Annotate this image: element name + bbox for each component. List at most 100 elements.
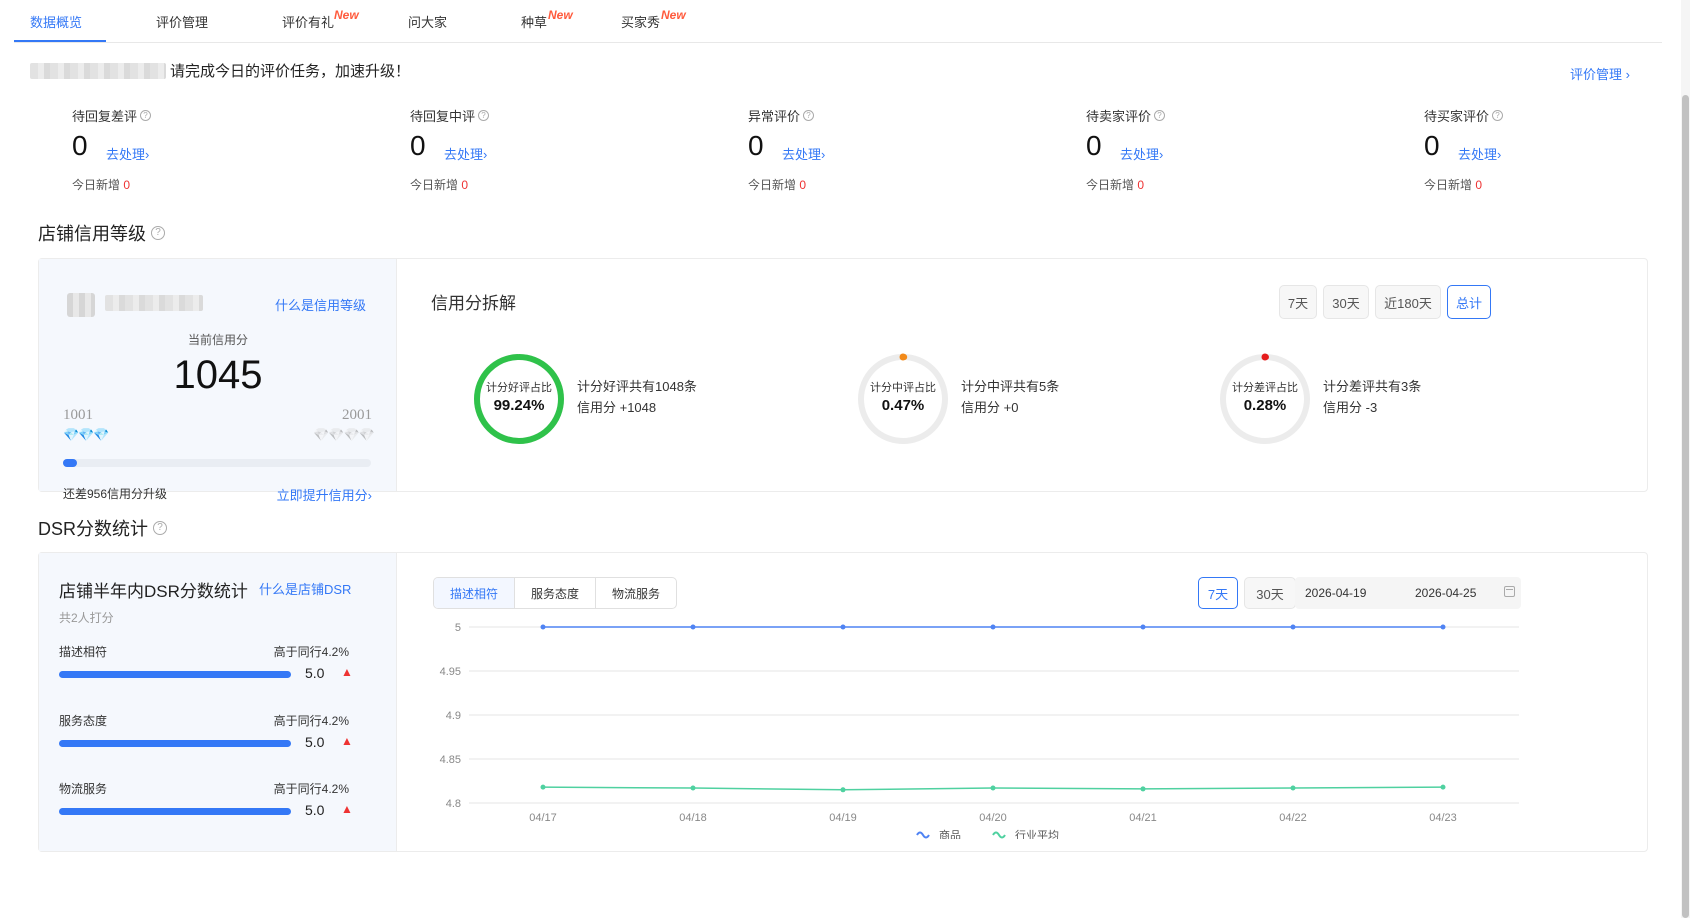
help-icon[interactable]: ? (140, 110, 152, 121)
scrollbar[interactable] (1681, 0, 1690, 918)
y-tick-label: 4.85 (440, 754, 461, 766)
ring-value: 99.24% (493, 397, 545, 414)
date-range-picker[interactable]: 2026-04-19 2026-04-25 (1295, 577, 1521, 609)
dsr-section-title: DSR分数统计? (38, 515, 168, 541)
tab-seeding[interactable]: 种草 New (521, 8, 573, 31)
range-total-button[interactable]: 总计 (1447, 285, 1491, 319)
today-new: 今日新增 0 (1086, 178, 1145, 192)
process-link[interactable]: 去处理› (106, 144, 149, 163)
dsr-row-score: 5.0 (305, 802, 325, 818)
dsr-row-name: 物流服务 (59, 782, 108, 796)
dsr-range-30d-button[interactable]: 30天 (1244, 577, 1296, 609)
credit-progress-fill (63, 459, 77, 467)
blurred-store-name (105, 295, 203, 311)
tab-ask-everyone[interactable]: 问大家 (408, 12, 447, 31)
x-tick-label: 04/22 (1279, 812, 1307, 824)
dsr-row-score: 5.0 (305, 734, 325, 750)
today-new: 今日新增 0 (410, 178, 469, 192)
what-is-credit-link[interactable]: 什么是信用等级 (275, 295, 366, 314)
range-30d-button[interactable]: 30天 (1323, 285, 1369, 319)
date-start: 2026-04-19 (1305, 586, 1367, 600)
tab-logistics-service[interactable]: 物流服务 (596, 578, 676, 608)
data-point (840, 787, 846, 793)
calendar-icon[interactable] (1504, 586, 1515, 597)
dsr-range-7d-button[interactable]: 7天 (1198, 577, 1238, 609)
positive-ratio-item: 计分好评占比 99.24% 计分好评共有1048条 信用分 +1048 (471, 351, 791, 451)
new-badge: New (661, 8, 686, 22)
review-management-link[interactable]: 评价管理 › (1570, 64, 1630, 83)
credit-decomp-title: 信用分拆解 (431, 294, 516, 313)
data-point (540, 784, 546, 790)
stat-pending-neutral: 待回复中评? 0 去处理› 今日新增 0 (410, 106, 610, 192)
data-point (990, 785, 996, 791)
dsr-score-bar (59, 671, 291, 678)
date-end: 2026-04-25 (1415, 586, 1477, 600)
negative-ratio-item: 计分差评占比 0.28% 计分差评共有3条 信用分 -3 (1217, 351, 1537, 451)
stat-abnormal: 异常评价? 0 去处理› 今日新增 0 (748, 106, 948, 192)
ring-value: 0.28% (1243, 397, 1287, 414)
x-tick-label: 04/17 (529, 812, 557, 824)
y-tick-label: 5 (455, 622, 461, 634)
stat-title: 待买家评价 (1424, 109, 1490, 124)
credit-section-title: 店铺信用等级? (38, 220, 165, 246)
ring-value: 0.47% (881, 397, 925, 414)
dsr-line-chart: 5 4.95 4.9 4.85 4.8 04/17 04/18 04/19 04/20 04/21… (440, 622, 1519, 839)
range-7d-button[interactable]: 7天 (1279, 285, 1317, 319)
ring-label: 计分好评占比 (486, 382, 552, 394)
stat-title: 待回复差评 (72, 109, 138, 124)
stat-value: 0 (410, 130, 426, 161)
y-tick-label: 4.8 (446, 798, 461, 810)
active-tab-indicator (14, 40, 106, 42)
process-link[interactable]: 去处理› (1458, 144, 1501, 163)
help-icon[interactable]: ? (153, 521, 168, 535)
x-tick-label: 04/19 (829, 812, 857, 824)
process-link[interactable]: 去处理› (782, 144, 825, 163)
data-point (1290, 785, 1296, 791)
dsr-score-bar (59, 740, 291, 747)
tab-review-management[interactable]: 评价管理 (156, 12, 208, 31)
scrollbar-thumb[interactable] (1682, 95, 1689, 918)
dsr-row-score: 5.0 (305, 665, 325, 681)
data-point (1140, 624, 1146, 630)
dsr-panel: 店铺半年内DSR分数统计 什么是店铺DSR 共2人打分 描述相符 高于同行4.2… (38, 552, 1648, 852)
help-icon[interactable]: ? (151, 226, 165, 240)
dsr-range-buttons: 7天 30天 (1198, 577, 1296, 609)
tab-service-attitude[interactable]: 服务态度 (515, 578, 597, 608)
new-badge: New (548, 8, 573, 22)
help-icon[interactable]: ? (478, 110, 490, 121)
rater-count: 共2人打分 (59, 611, 114, 625)
stat-value: 0 (748, 130, 764, 161)
today-new: 今日新增 0 (1424, 178, 1483, 192)
stat-pending-buyer: 待买家评价? 0 去处理› 今日新增 0 (1424, 106, 1624, 192)
level-min: 1001 (63, 407, 93, 423)
what-is-dsr-link[interactable]: 什么是店铺DSR (259, 579, 351, 598)
data-point (690, 785, 696, 791)
ring-marker (1261, 353, 1269, 361)
up-arrow-icon: ▲ (341, 665, 353, 679)
dsr-row-compare: 高于同行4.2% (273, 645, 349, 659)
today-new: 今日新增 0 (748, 178, 807, 192)
improve-credit-link[interactable]: 立即提升信用分› (277, 485, 372, 504)
stat-pending-seller: 待卖家评价? 0 去处理› 今日新增 0 (1086, 106, 1286, 192)
data-point (540, 624, 546, 630)
tab-data-overview[interactable]: 数据概览 (30, 12, 82, 31)
new-badge: New (334, 8, 359, 22)
tab-description-match[interactable]: 描述相符 (434, 578, 516, 608)
dsr-row-name: 服务态度 (59, 714, 108, 728)
x-tick-label: 04/23 (1429, 812, 1457, 824)
process-link[interactable]: 去处理› (444, 144, 487, 163)
help-icon[interactable]: ? (1154, 110, 1166, 121)
x-tick-label: 04/18 (679, 812, 707, 824)
process-link[interactable]: 去处理› (1120, 144, 1163, 163)
tab-buyer-show[interactable]: 买家秀 New (621, 8, 686, 31)
x-tick-label: 04/20 (979, 812, 1007, 824)
ring-marker (899, 353, 907, 361)
y-tick-label: 4.9 (446, 710, 461, 722)
tab-review-gift[interactable]: 评价有礼 New (282, 8, 359, 31)
remain-text: 还差956信用分升级 (63, 487, 168, 501)
credit-level-card: 什么是信用等级 当前信用分 1045 1001 2001 💎💎💎 💎💎💎💎 还差… (39, 259, 397, 503)
help-icon[interactable]: ? (1492, 110, 1504, 121)
range-180d-button[interactable]: 近180天 (1375, 285, 1441, 319)
today-new: 今日新增 0 (72, 178, 131, 192)
help-icon[interactable]: ? (803, 110, 815, 121)
